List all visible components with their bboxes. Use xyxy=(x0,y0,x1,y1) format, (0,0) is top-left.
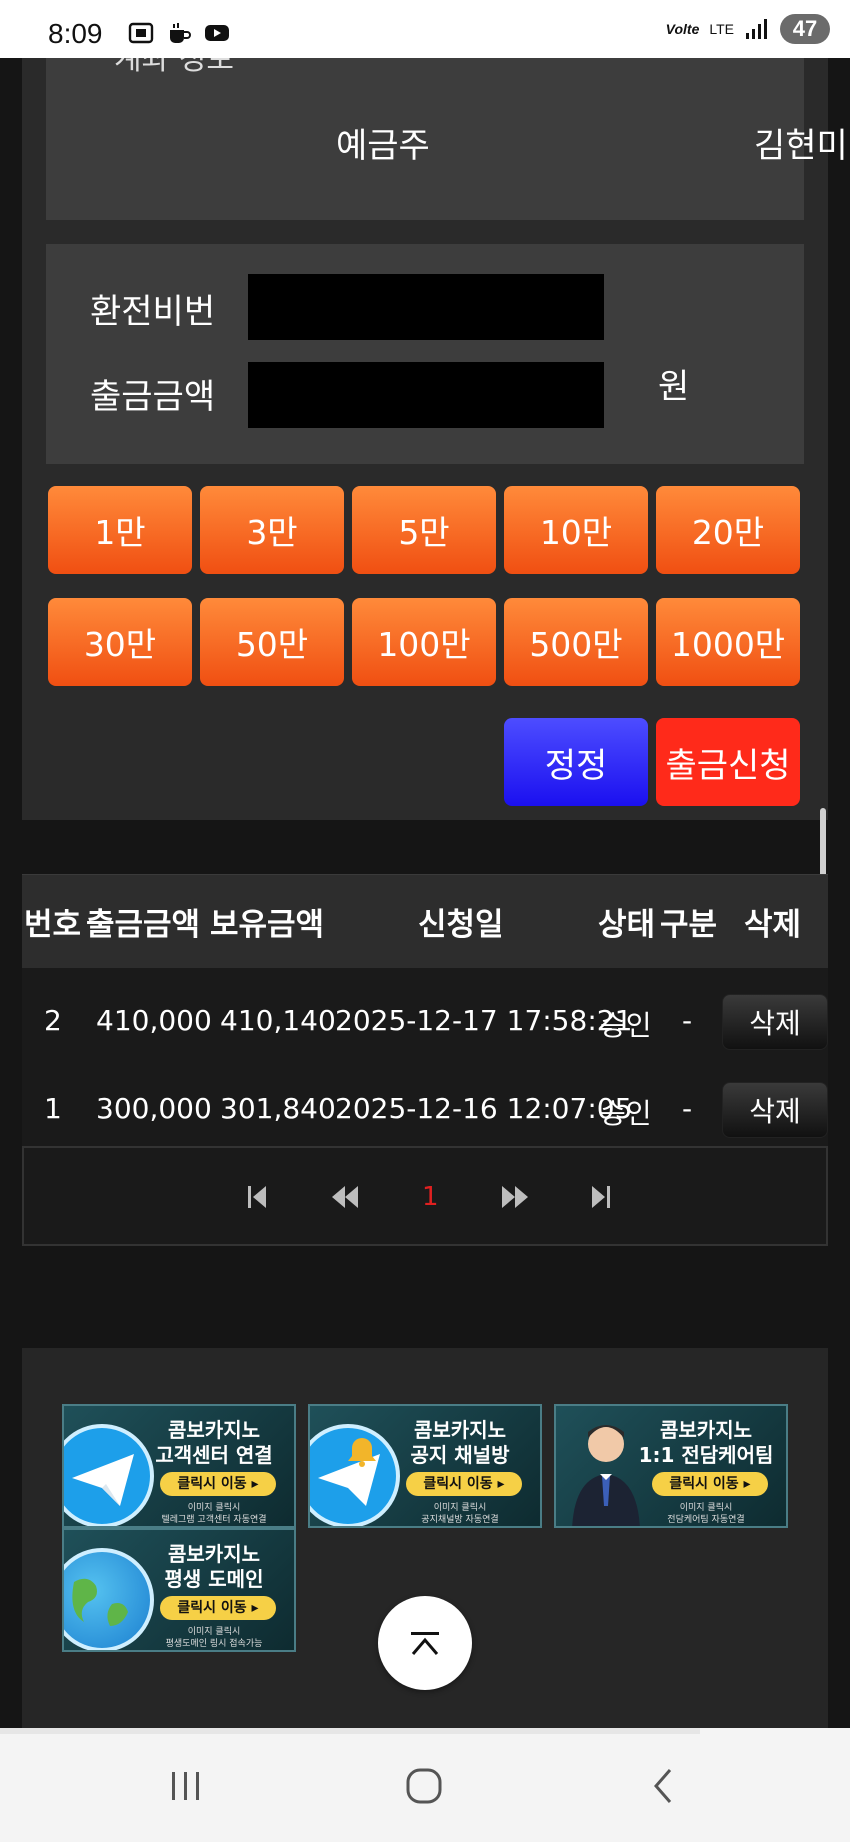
banner-button: 클릭시 이동 ▸ xyxy=(160,1596,276,1620)
back-icon[interactable] xyxy=(644,1766,684,1806)
banner-lifetime-domain[interactable]: 콤보카지노 평생 도메인 클릭시 이동 ▸ 이미지 클릭시 평생도메인 링시 접… xyxy=(62,1528,296,1652)
youtube-icon xyxy=(205,25,229,41)
amount-button-grid: 1만 3만 5만 10만 20만 30만 50만 100만 500만 1000만 xyxy=(48,486,802,686)
withdraw-input-box: 환전비번 출금금액 원 xyxy=(46,244,804,464)
banner-caption: 평생도메인 링시 접속가능 xyxy=(165,1639,263,1649)
banner-subtitle: 공지 채널방 xyxy=(410,1443,510,1467)
battery-indicator: 47 xyxy=(780,14,830,44)
last-page-icon[interactable] xyxy=(590,1184,612,1210)
screenshot-icon xyxy=(128,22,154,44)
header-type: 구분 xyxy=(660,907,718,943)
account-holder-label: 예금주 xyxy=(336,126,430,166)
banner-button: 클릭시 이동 ▸ xyxy=(652,1472,768,1496)
amount-button-30k[interactable]: 3만 xyxy=(200,486,344,574)
banner-subtitle: 평생 도메인 xyxy=(164,1567,264,1591)
telegram-bell-icon xyxy=(310,1424,400,1526)
amount-button-100k[interactable]: 10만 xyxy=(504,486,648,574)
table-row: 1 300,000 301,840 2025-12-16 12:07:05 승인… xyxy=(22,1068,828,1154)
withdraw-form-panel: 계좌 정보 예금주 김현미 환전비번 출금금액 원 1만 3만 5만 10만 2… xyxy=(22,58,848,820)
amount-button-10k[interactable]: 1만 xyxy=(48,486,192,574)
amount-button-10m[interactable]: 1000만 xyxy=(656,598,800,686)
withdraw-submit-button[interactable]: 출금신청 xyxy=(656,718,800,806)
pagination: 1 xyxy=(22,1146,828,1246)
system-nav-bar xyxy=(0,1728,850,1842)
arrow-up-icon xyxy=(411,1632,439,1655)
coffee-icon xyxy=(170,23,191,43)
row-date: 2025-12-16 12:07:05 xyxy=(335,1092,633,1125)
reset-button[interactable]: 정정 xyxy=(504,718,648,806)
next-page-icon[interactable] xyxy=(500,1184,530,1210)
header-balance: 보유금액 xyxy=(210,907,325,943)
first-page-icon[interactable] xyxy=(246,1184,268,1210)
recent-apps-icon[interactable] xyxy=(166,1766,206,1806)
banner-caption: 전담케어팀 자동연결 xyxy=(667,1515,745,1525)
amount-button-300k[interactable]: 30만 xyxy=(48,598,192,686)
header-status: 상태 xyxy=(598,907,656,943)
lte-indicator: LTE xyxy=(709,21,734,37)
status-bar: 8:09 Volte LTE 47 xyxy=(0,0,850,58)
banner-caption: 공지채널방 자동연결 xyxy=(421,1515,499,1525)
row-no: 2 xyxy=(44,1004,62,1037)
amount-label: 출금금액 xyxy=(90,377,216,417)
account-info-label: 계좌 정보 xyxy=(114,58,234,77)
banner-button: 클릭시 이동 ▸ xyxy=(160,1472,276,1496)
banner-care-team[interactable]: 콤보카지노 1:1 전담케어팀 클릭시 이동 ▸ 이미지 클릭시 전담케어팀 자… xyxy=(554,1404,788,1528)
scroll-to-top-button[interactable] xyxy=(378,1596,472,1690)
banner-button: 클릭시 이동 ▸ xyxy=(406,1472,522,1496)
row-status: 승인 xyxy=(600,1097,652,1130)
amount-button-50k[interactable]: 5만 xyxy=(352,486,496,574)
header-delete: 삭제 xyxy=(744,907,802,943)
banner-caption: 텔레그램 고객센터 자동연결 xyxy=(161,1515,267,1525)
nav-divider xyxy=(0,1728,700,1734)
row-balance: 301,840 xyxy=(220,1092,336,1125)
prev-page-icon[interactable] xyxy=(330,1184,360,1210)
status-time: 8:09 xyxy=(48,18,103,49)
row-date: 2025-12-17 17:58:21 xyxy=(335,1004,633,1037)
delete-button[interactable]: 삭제 xyxy=(722,994,828,1050)
row-type: - xyxy=(682,1092,693,1125)
row-withdraw-amount: 410,000 xyxy=(96,1004,212,1037)
banner-customer-center[interactable]: 콤보카지노 고객센터 연결 클릭시 이동 ▸ 이미지 클릭시 텔레그램 고객센터… xyxy=(62,1404,296,1528)
withdraw-history-table: 번호 출금금액 보유금액 신청일 상태 구분 삭제 2 410,000 410,… xyxy=(22,874,828,1246)
account-holder-name: 김현미 xyxy=(754,126,848,166)
delete-button[interactable]: 삭제 xyxy=(722,1082,828,1138)
password-input[interactable] xyxy=(248,274,604,340)
header-date: 신청일 xyxy=(418,907,504,943)
amount-button-1m[interactable]: 100만 xyxy=(352,598,496,686)
banner-subtitle: 고객센터 연결 xyxy=(155,1443,273,1467)
amount-input[interactable] xyxy=(248,362,604,428)
header-withdraw-amount: 출금금액 xyxy=(86,907,201,943)
amount-button-5m[interactable]: 500만 xyxy=(504,598,648,686)
current-page-link[interactable]: 1 xyxy=(422,1182,439,1212)
row-withdraw-amount: 300,000 xyxy=(96,1092,212,1125)
home-icon[interactable] xyxy=(404,1766,444,1806)
signal-icon xyxy=(746,19,767,39)
row-balance: 410,140 xyxy=(220,1004,336,1037)
row-type: - xyxy=(682,1004,693,1037)
row-no: 1 xyxy=(44,1092,62,1125)
header-no: 번호 xyxy=(24,907,82,943)
banner-notice-channel[interactable]: 콤보카지노 공지 채널방 클릭시 이동 ▸ 이미지 클릭시 공지채널방 자동연결 xyxy=(308,1404,542,1528)
password-label: 환전비번 xyxy=(90,292,216,332)
currency-unit: 원 xyxy=(658,367,690,407)
banner-subtitle: 1:1 전담케어팀 xyxy=(638,1443,774,1467)
globe-icon xyxy=(64,1548,154,1650)
table-row: 2 410,000 410,140 2025-12-17 17:58:21 승인… xyxy=(22,980,828,1066)
telegram-icon xyxy=(64,1424,154,1526)
agent-avatar-icon xyxy=(572,1425,640,1526)
table-header: 번호 출금금액 보유금액 신청일 상태 구분 삭제 xyxy=(22,874,828,968)
amount-button-500k[interactable]: 50만 xyxy=(200,598,344,686)
row-status: 승인 xyxy=(600,1009,652,1042)
volte-indicator: Volte xyxy=(665,21,700,37)
page-content: 계좌 정보 예금주 김현미 환전비번 출금금액 원 1만 3만 5만 10만 2… xyxy=(0,58,850,1728)
amount-button-200k[interactable]: 20만 xyxy=(656,486,800,574)
account-info-box: 계좌 정보 예금주 김현미 xyxy=(46,58,848,220)
